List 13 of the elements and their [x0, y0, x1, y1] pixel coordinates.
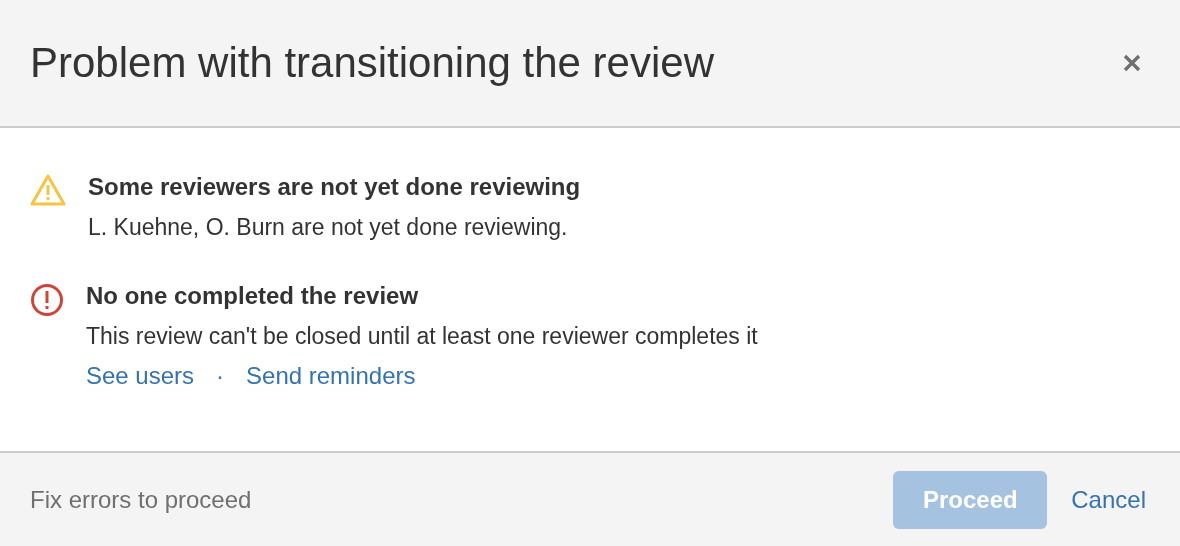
- dialog-title: Problem with transitioning the review: [30, 39, 714, 87]
- message-text: L. Kuehne, O. Burn are not yet done reviewing.: [88, 213, 569, 242]
- message-title: Some reviewers are not yet done reviewing: [88, 172, 581, 202]
- link-separator: ·: [216, 361, 225, 391]
- close-icon[interactable]: [1122, 53, 1142, 73]
- cancel-link[interactable]: Cancel: [1071, 485, 1146, 514]
- footer-hint: Fix errors to proceed: [30, 485, 253, 514]
- error-icon: [30, 283, 64, 317]
- message-title: No one completed the review: [86, 281, 420, 311]
- action-link[interactable]: See users: [86, 356, 195, 396]
- message-text: This review can't be closed until at least one reviewer completes it: [86, 322, 758, 351]
- action-link[interactable]: Send reminders: [246, 356, 416, 396]
- warning-icon: [30, 174, 66, 206]
